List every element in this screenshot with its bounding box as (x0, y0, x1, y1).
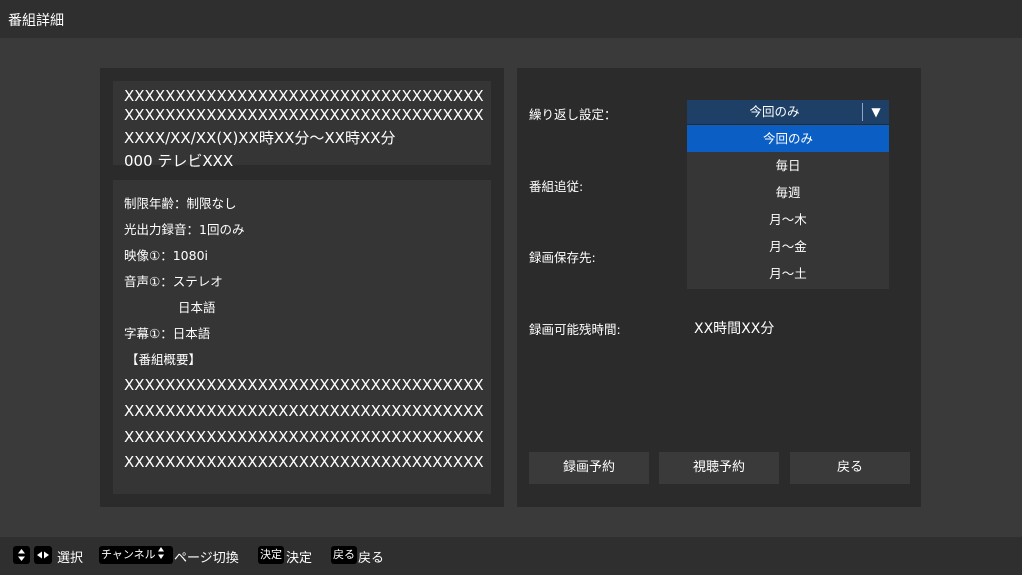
recording-settings-panel: 繰り返し設定： 今回のみ ▼ 今回のみ 毎日 毎週 月～木 月～金 月～土 番組… (517, 68, 921, 507)
repeat-option-mon-sat[interactable]: 月～土 (687, 260, 889, 287)
back-key-icon: 戻る (331, 546, 357, 564)
age-limit: 制限年齢：制限なし (124, 196, 237, 211)
remaining-time-label: 録画可能残時間: (529, 322, 621, 337)
back-button[interactable]: 戻る (790, 452, 910, 484)
program-info-panel: XXXXXXXXXXXXXXXXXXXXXXXXXXXXXXXXXXX XXXX… (100, 68, 504, 507)
repeat-label: 繰り返し設定： (529, 107, 617, 122)
title-bar: 番組詳細 (0, 0, 1022, 38)
record-reserve-button[interactable]: 録画予約 (529, 452, 649, 484)
program-datetime: XXXX/XX/XX(X)XX時XX分～XX時XX分 (124, 129, 396, 147)
follow-label: 番組追従: (529, 179, 584, 194)
summary-line-3: XXXXXXXXXXXXXXXXXXXXXXXXXXXXXXXXXXX (124, 428, 484, 446)
repeat-dropdown[interactable]: 今回のみ ▼ (687, 100, 889, 124)
program-header: XXXXXXXXXXXXXXXXXXXXXXXXXXXXXXXXXXX XXXX… (113, 81, 491, 170)
decide-hint: 決定 (286, 551, 313, 566)
summary-line-4: XXXXXXXXXXXXXXXXXXXXXXXXXXXXXXXXXXX (124, 453, 484, 471)
repeat-dropdown-list: 今回のみ 毎日 毎週 月～木 月～金 月～土 (687, 125, 889, 289)
repeat-option-once[interactable]: 今回のみ (687, 125, 889, 152)
program-channel: 000 テレビXXX (124, 152, 234, 170)
repeat-option-mon-fri[interactable]: 月～金 (687, 233, 889, 260)
footer-hint-bar: 選択 チャンネル ページ切換 決定 決定 戻る 戻る (0, 537, 1022, 575)
audio-info: 音声①：ステレオ (124, 274, 223, 289)
up-down-key-icon (13, 546, 30, 564)
summary-header: 【番組概要】 (126, 352, 202, 367)
page-switch-hint: ページ切換 (174, 551, 239, 566)
repeat-option-weekly[interactable]: 毎週 (687, 179, 889, 206)
triangle-down-icon[interactable]: ▼ (863, 100, 889, 124)
watch-reserve-button[interactable]: 視聴予約 (659, 452, 779, 484)
repeat-option-daily[interactable]: 毎日 (687, 152, 889, 179)
program-title-line-1: XXXXXXXXXXXXXXXXXXXXXXXXXXXXXXXXXXX (124, 87, 484, 105)
subtitle-info: 字幕①：日本語 (124, 326, 211, 341)
left-right-key-icon (34, 546, 52, 564)
optical-recording: 光出力録音：1回のみ (124, 222, 245, 237)
repeat-option-mon-thu[interactable]: 月～木 (687, 206, 889, 233)
back-hint: 戻る (358, 551, 385, 566)
channel-key-icon: チャンネル (99, 546, 173, 564)
decide-key-icon: 決定 (258, 546, 284, 564)
destination-label: 録画保存先: (529, 250, 596, 265)
program-details[interactable]: 制限年齢：制限なし 光出力録音：1回のみ 映像①：1080i 音声①：ステレオ … (113, 180, 491, 494)
window-title: 番組詳細 (8, 13, 64, 29)
summary-line-2: XXXXXXXXXXXXXXXXXXXXXXXXXXXXXXXXXXX (124, 402, 484, 420)
video-info: 映像①：1080i (124, 248, 208, 263)
repeat-dropdown-value: 今回のみ (749, 104, 800, 119)
select-hint: 選択 (57, 551, 84, 566)
remaining-time-value: XX時間XX分 (694, 321, 775, 337)
program-title-line-2: XXXXXXXXXXXXXXXXXXXXXXXXXXXXXXXXXXX (124, 106, 484, 124)
summary-line-1: XXXXXXXXXXXXXXXXXXXXXXXXXXXXXXXXXXX (124, 376, 484, 394)
channel-key-label: チャンネル (101, 548, 156, 561)
audio-language: 日本語 (178, 300, 216, 315)
